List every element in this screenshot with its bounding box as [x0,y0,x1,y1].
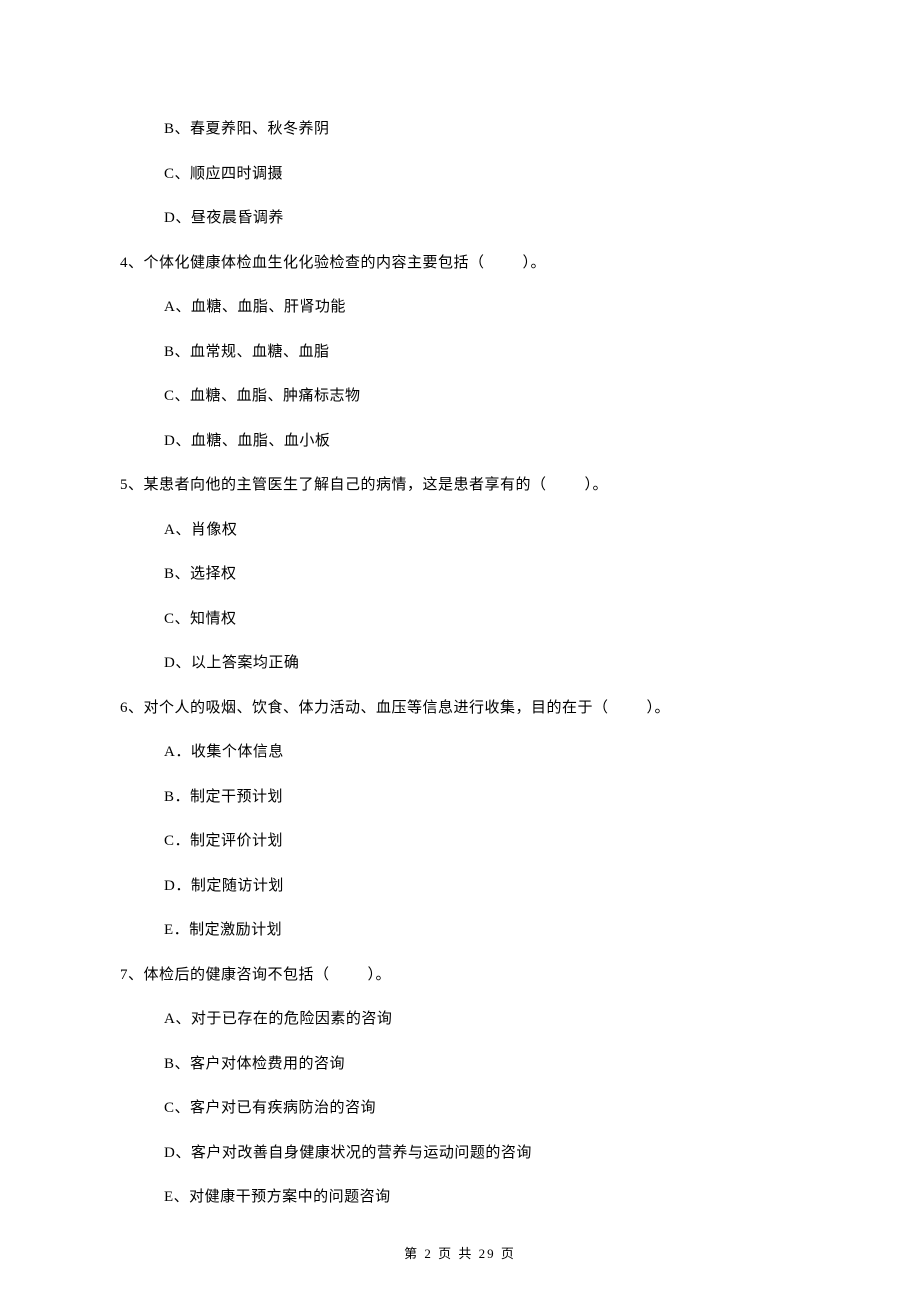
option-text: B、春夏养阳、秋冬养阴 [164,118,800,141]
option-text: B、选择权 [164,563,800,586]
option-text: A、对于已存在的危险因素的咨询 [164,1008,800,1031]
option-text: D、昼夜晨昏调养 [164,207,800,230]
stem-prefix: 7、体检后的健康咨询不包括（ [120,967,330,983]
option-text: C、知情权 [164,608,800,631]
page-footer: 第 2 页 共 29 页 [0,1243,920,1262]
stem-suffix: ）。 [585,477,609,493]
blank-space [485,252,523,275]
option-text: C、客户对已有疾病防治的咨询 [164,1097,800,1120]
option-text: C．制定评价计划 [164,830,800,853]
option-text: D、以上答案均正确 [164,652,800,675]
option-text: C、顺应四时调摄 [164,163,800,186]
stem-suffix: ）。 [368,967,392,983]
option-text: A、血糖、血脂、肝肾功能 [164,296,800,319]
option-text: D、血糖、血脂、血小板 [164,430,800,453]
stem-suffix: ）。 [647,700,671,716]
option-text: E．制定激励计划 [164,919,800,942]
stem-prefix: 6、对个人的吸烟、饮食、体力活动、血压等信息进行收集，目的在于（ [120,700,609,716]
question-stem: 6、对个人的吸烟、饮食、体力活动、血压等信息进行收集，目的在于（ ）。 [120,697,800,720]
question-stem: 5、某患者向他的主管医生了解自己的病情，这是患者享有的（ ）。 [120,474,800,497]
stem-prefix: 5、某患者向他的主管医生了解自己的病情，这是患者享有的（ [120,477,547,493]
option-text: C、血糖、血脂、肿痛标志物 [164,385,800,408]
option-text: B．制定干预计划 [164,786,800,809]
option-text: D．制定随访计划 [164,875,800,898]
page-content: B、春夏养阳、秋冬养阴 C、顺应四时调摄 D、昼夜晨昏调养 4、个体化健康体检血… [0,0,920,1209]
stem-suffix: ）。 [523,255,547,271]
option-text: A、肖像权 [164,519,800,542]
blank-space [330,964,368,987]
question-stem: 4、个体化健康体检血生化化验检查的内容主要包括（ ）。 [120,252,800,275]
option-text: A．收集个体信息 [164,741,800,764]
blank-space [547,474,585,497]
option-text: D、客户对改善自身健康状况的营养与运动问题的咨询 [164,1142,800,1165]
stem-prefix: 4、个体化健康体检血生化化验检查的内容主要包括（ [120,255,485,271]
option-text: B、血常规、血糖、血脂 [164,341,800,364]
option-text: B、客户对体检费用的咨询 [164,1053,800,1076]
option-text: E、对健康干预方案中的问题咨询 [164,1186,800,1209]
question-stem: 7、体检后的健康咨询不包括（ ）。 [120,964,800,987]
blank-space [609,697,647,720]
